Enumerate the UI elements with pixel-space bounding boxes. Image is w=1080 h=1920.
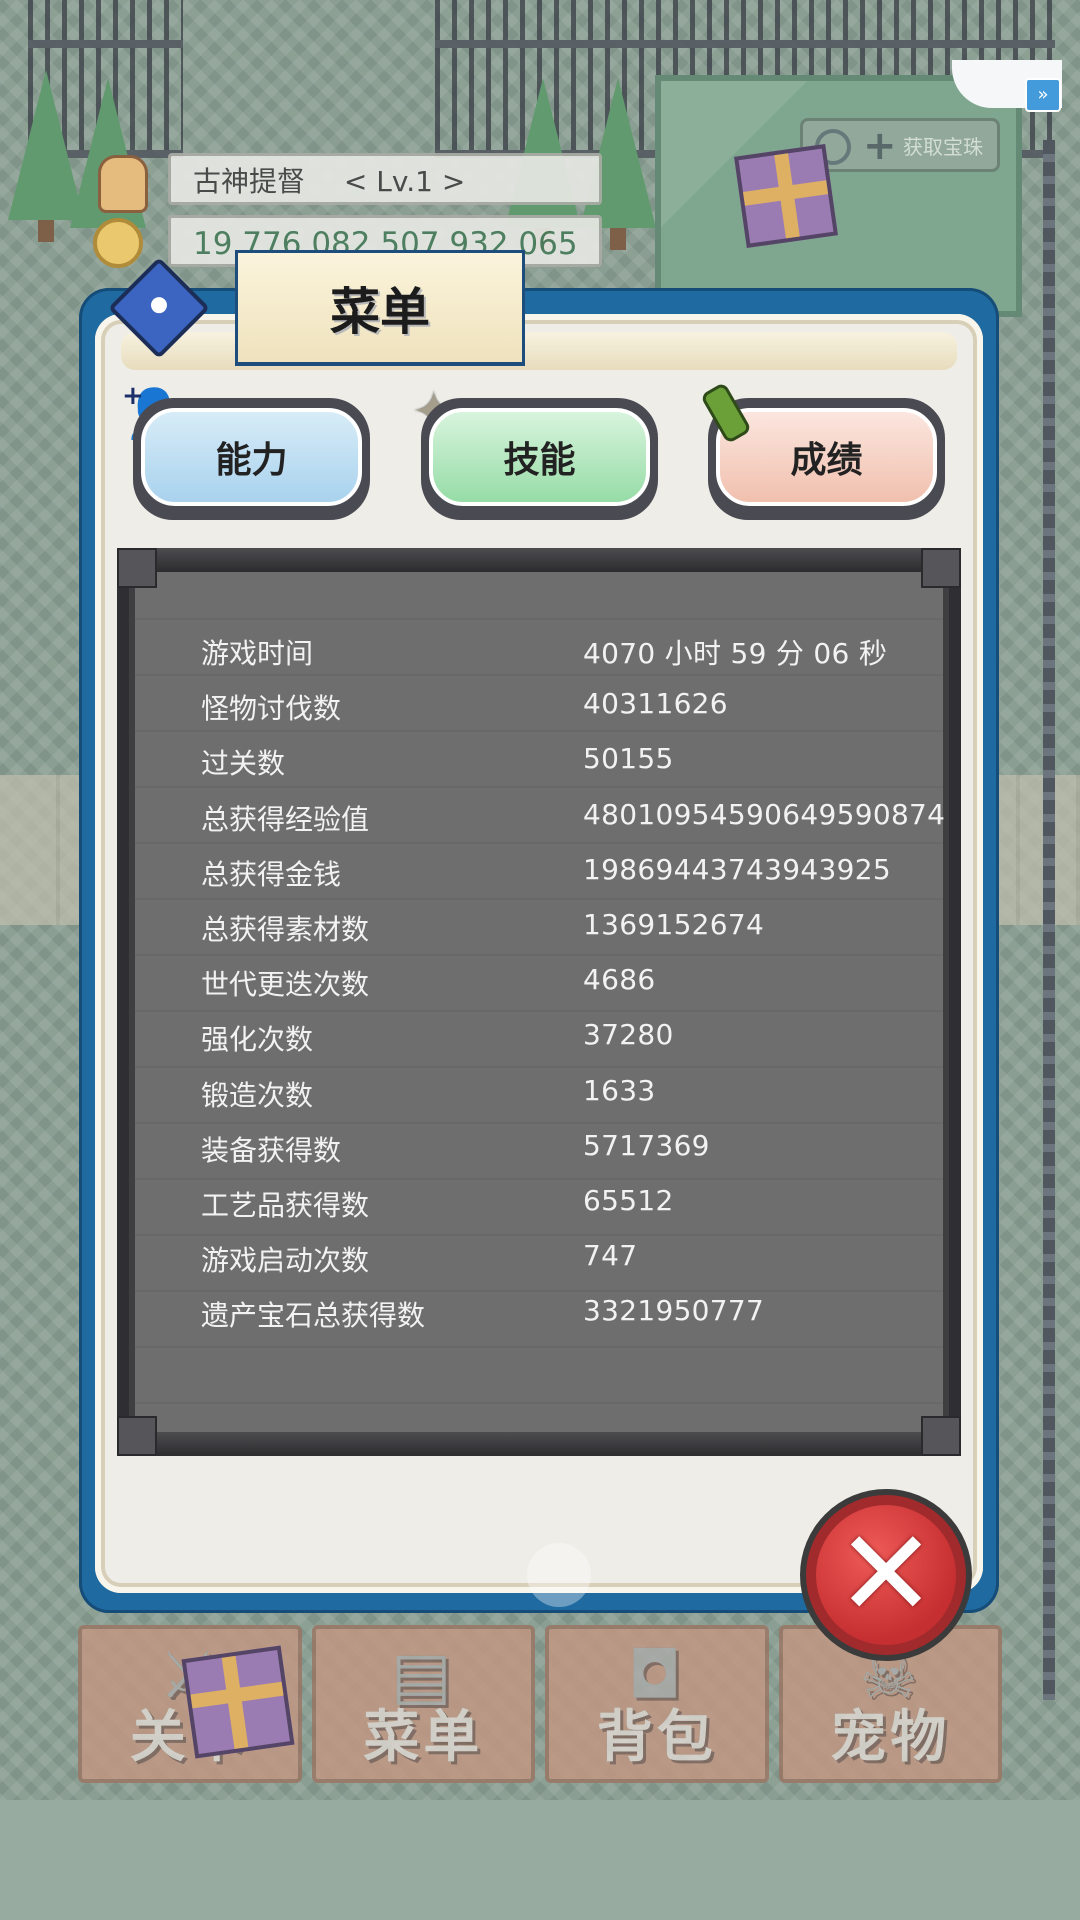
board-top-edge bbox=[117, 548, 961, 572]
stat-value: 37280 bbox=[583, 1018, 674, 1052]
stat-row: 强化次数 37280 bbox=[201, 1010, 961, 1065]
stat-value: 5717369 bbox=[583, 1128, 710, 1162]
stat-label: 锻造次数 bbox=[201, 1078, 314, 1112]
stat-label: 总获得经验值 bbox=[201, 802, 370, 836]
close-icon: ✕ bbox=[835, 1505, 937, 1644]
stat-row: 工艺品获得数 65512 bbox=[201, 1176, 961, 1231]
tab-skill-label: 技能 bbox=[429, 408, 650, 506]
stat-row: 过关数 50155 bbox=[201, 734, 961, 789]
stat-label: 强化次数 bbox=[201, 1023, 314, 1057]
tab-record-label: 成绩 bbox=[716, 408, 937, 506]
stat-row: 游戏启动次数 747 bbox=[201, 1231, 961, 1286]
board-corner bbox=[117, 1416, 157, 1456]
stat-label: 过关数 bbox=[201, 747, 286, 781]
stat-label: 怪物讨伐数 bbox=[201, 692, 342, 726]
board-corner bbox=[921, 548, 961, 588]
stat-value: 48010954590649590874 bbox=[583, 797, 946, 831]
stat-label: 世代更迭次数 bbox=[201, 968, 370, 1002]
stat-value: 1369152674 bbox=[583, 907, 765, 941]
stat-value: 65512 bbox=[583, 1183, 674, 1217]
stat-row: 世代更迭次数 4686 bbox=[201, 955, 961, 1010]
stat-row: 装备获得数 5717369 bbox=[201, 1121, 961, 1176]
board-corner bbox=[117, 548, 157, 588]
stat-label: 工艺品获得数 bbox=[201, 1188, 370, 1222]
stat-value: 3321950777 bbox=[583, 1294, 765, 1328]
stat-value: 19869443743943925 bbox=[583, 852, 891, 886]
stat-value: 50155 bbox=[583, 742, 674, 776]
stat-row: 总获得金钱 19869443743943925 bbox=[201, 845, 961, 900]
stat-row: 锻造次数 1633 bbox=[201, 1066, 961, 1121]
stat-row: 游戏时间 4070 小时 59 分 06 秒 bbox=[201, 624, 961, 679]
stat-label: 游戏启动次数 bbox=[201, 1244, 370, 1278]
modal-tabs: 能力 技能 成绩 bbox=[133, 398, 945, 523]
stat-row: 总获得素材数 1369152674 bbox=[201, 900, 961, 955]
stat-value: 747 bbox=[583, 1239, 638, 1273]
tab-skill[interactable]: 技能 bbox=[421, 398, 658, 520]
tab-ability[interactable]: 能力 bbox=[133, 398, 370, 520]
stat-row: 怪物讨伐数 40311626 bbox=[201, 679, 961, 734]
stat-value: 4070 小时 59 分 06 秒 bbox=[583, 637, 888, 670]
stat-row: 遗产宝石总获得数 3321950777 bbox=[201, 1286, 961, 1341]
stat-label: 装备获得数 bbox=[201, 1133, 342, 1167]
modal-title: 菜单 bbox=[235, 250, 525, 366]
tab-ability-label: 能力 bbox=[141, 408, 362, 506]
touch-indicator bbox=[527, 1543, 591, 1607]
stat-value: 4686 bbox=[583, 963, 656, 997]
stat-value: 40311626 bbox=[583, 687, 728, 721]
stat-label: 游戏时间 bbox=[201, 637, 314, 670]
stats-list: 游戏时间 4070 小时 59 分 06 秒怪物讨伐数 40311626 过关数 501… bbox=[201, 624, 961, 1341]
stat-label: 遗产宝石总获得数 bbox=[201, 1299, 426, 1333]
stat-label: 总获得金钱 bbox=[201, 857, 342, 891]
stat-value: 1633 bbox=[583, 1073, 656, 1107]
board-corner bbox=[921, 1416, 961, 1456]
stat-row: 总获得经验值 48010954590649590874 bbox=[201, 790, 961, 845]
board-bottom-edge bbox=[117, 1432, 961, 1456]
close-button[interactable]: ✕ bbox=[806, 1495, 966, 1655]
stat-label: 总获得素材数 bbox=[201, 912, 370, 946]
